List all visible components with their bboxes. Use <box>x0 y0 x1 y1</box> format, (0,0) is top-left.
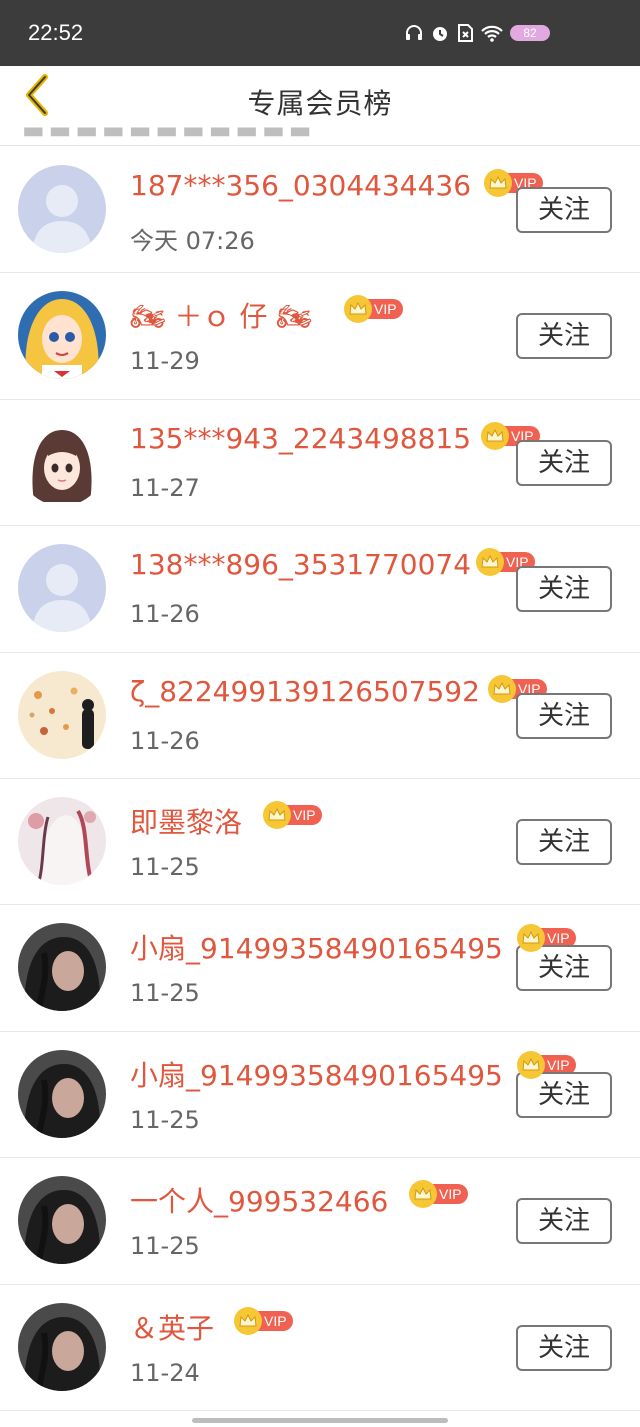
crown-icon <box>488 674 516 703</box>
member-date: 11-25 <box>130 852 200 881</box>
crown-icon <box>234 1306 262 1335</box>
headphones-icon <box>404 23 424 43</box>
member-date: 今天 07:26 <box>130 227 255 255</box>
member-row[interactable]: 小扇_91499358490165495 VIP 11-25 关注 <box>0 1031 640 1159</box>
member-name[interactable]: 小扇_914993584901654​95 <box>130 927 503 967</box>
avatar[interactable] <box>18 417 106 506</box>
member-date: 11-27 <box>130 473 200 502</box>
crown-icon <box>476 548 504 577</box>
member-row[interactable]: 🏍 ＋ｏ 仔 🏍 VIP 11-29 关注 <box>0 273 640 400</box>
member-name[interactable]: 一个人_999532466 <box>130 1180 388 1220</box>
member-date: 11-25 <box>130 1232 200 1261</box>
crown-icon <box>344 295 372 324</box>
avatar[interactable] <box>18 1176 106 1265</box>
avatar[interactable] <box>18 923 106 1012</box>
member-date: 11-25 <box>130 1105 200 1134</box>
follow-button[interactable]: 关注 <box>516 818 612 865</box>
member-name[interactable]: 即墨黎洛 <box>130 801 242 841</box>
member-row[interactable]: ＆英子 VIP 11-24 关注 <box>0 1284 640 1411</box>
member-name[interactable]: 🏍 ＋ｏ 仔 🏍 <box>130 295 312 335</box>
vip-badge: VIP <box>344 295 403 324</box>
home-indicator <box>192 1418 448 1423</box>
wifi-icon <box>480 23 504 43</box>
avatar[interactable] <box>18 544 106 633</box>
member-name[interactable]: 138***896_3531770074 <box>130 548 471 581</box>
avatar[interactable] <box>18 1302 106 1391</box>
member-name[interactable]: ζ_822499139126507592 <box>130 675 480 708</box>
avatar[interactable] <box>18 291 106 380</box>
avatar[interactable] <box>18 670 106 759</box>
member-list: 187***356_0304434436 VIP 今天 07:26 关注 🏍 ＋ｏ 仔 … <box>0 147 640 1411</box>
battery-icon: 82 <box>510 25 550 41</box>
follow-button[interactable]: 关注 <box>516 692 612 739</box>
status-bar: 22:52 82 <box>0 0 640 66</box>
member-date: 11-24 <box>130 1358 200 1387</box>
avatar[interactable] <box>18 796 106 885</box>
follow-button[interactable]: 关注 <box>516 439 612 486</box>
vip-badge: VIP <box>409 1180 468 1209</box>
member-date: 11-26 <box>130 726 200 755</box>
member-date: 11-29 <box>130 347 200 376</box>
member-date: 11-26 <box>130 600 200 629</box>
follow-button[interactable]: 关注 <box>516 187 612 233</box>
member-row[interactable]: ζ_822499139126507592 VIP 11-26 关注 <box>0 652 640 779</box>
member-date: 11-25 <box>130 979 200 1008</box>
vip-badge: VIP <box>263 800 322 829</box>
follow-button[interactable]: 关注 <box>516 566 612 613</box>
status-icons: 82 <box>404 23 550 43</box>
follow-button[interactable]: 关注 <box>516 313 612 360</box>
member-name[interactable]: ＆英子 <box>130 1307 214 1347</box>
crown-icon <box>484 169 512 197</box>
member-row[interactable]: 187***356_0304434436 VIP 今天 07:26 关注 <box>0 147 640 274</box>
member-name[interactable]: 187***356_0304434436 <box>130 169 471 202</box>
member-row[interactable]: 小扇_914993584901654​95 VIP 11-25 关注 <box>0 905 640 1032</box>
follow-button[interactable]: 关注 <box>516 1198 612 1245</box>
crown-icon <box>409 1180 437 1209</box>
crown-icon <box>517 1050 545 1079</box>
status-time: 22:52 <box>28 20 84 45</box>
member-row[interactable]: 135***943_2243498815 VIP 11-27 关注 <box>0 399 640 527</box>
member-row[interactable]: 138***896_3531770074 VIP 11-26 关注 <box>0 526 640 653</box>
follow-button[interactable]: 关注 <box>516 945 612 992</box>
page-title: 专属会员榜 <box>247 87 393 120</box>
member-name[interactable]: 小扇_91499358490165495 <box>130 1054 503 1094</box>
vip-badge: VIP <box>234 1306 293 1335</box>
no-sim-icon <box>456 23 474 43</box>
crown-icon <box>263 800 291 829</box>
crown-icon <box>481 421 509 450</box>
avatar[interactable] <box>18 165 106 253</box>
member-row[interactable]: 一个人_999532466 VIP 11-25 关注 <box>0 1158 640 1285</box>
follow-button[interactable]: 关注 <box>516 1324 612 1371</box>
alarm-icon <box>430 23 450 43</box>
page-header: ▬▬▬▬▬▬▬▬▬▬▬ 专属会员榜 <box>0 66 640 146</box>
avatar[interactable] <box>18 1049 106 1138</box>
member-row[interactable]: 即墨黎洛 VIP 11-25 关注 <box>0 778 640 906</box>
member-name[interactable]: 135***943_2243498815 <box>130 422 471 455</box>
